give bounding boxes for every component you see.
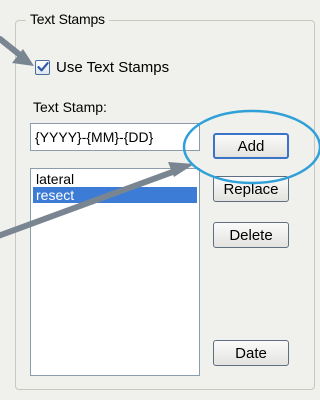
use-text-stamps-label: Use Text Stamps xyxy=(56,58,170,76)
text-stamp-label: Text Stamp: xyxy=(33,99,107,115)
text-stamp-input[interactable] xyxy=(30,123,200,151)
list-item-selected[interactable]: resect xyxy=(33,187,197,203)
add-button[interactable]: Add xyxy=(213,133,289,159)
use-text-stamps-checkbox[interactable]: Use Text Stamps xyxy=(35,56,169,78)
groupbox-title: Text Stamps xyxy=(26,11,109,27)
delete-button[interactable]: Delete xyxy=(213,222,289,248)
date-button[interactable]: Date xyxy=(213,340,289,366)
text-stamp-list[interactable]: lateral resect xyxy=(30,168,200,376)
checkbox-checkmark-icon[interactable] xyxy=(35,59,50,75)
replace-button[interactable]: Replace xyxy=(213,176,289,202)
list-item[interactable]: lateral xyxy=(33,171,197,187)
